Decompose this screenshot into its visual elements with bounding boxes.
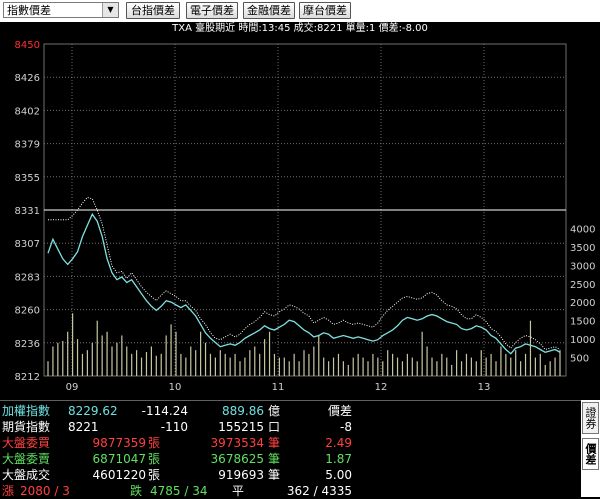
row-value-primary: 8221 — [68, 420, 99, 434]
volume-tick-label: 1500 — [570, 317, 595, 328]
volume-tick-label: 3000 — [570, 261, 595, 272]
toolbar: 指數價差 ▼ 台指價差 電子價差 金融價差 摩台價差 — [0, 0, 600, 22]
row-value-secondary: 889.86 — [222, 404, 264, 418]
quote-row: 大盤成交 4601220 張 919693 筆 5.00 — [0, 467, 580, 483]
volume-tick-label: 3500 — [570, 243, 595, 254]
dropdown-value: 指數價差 — [7, 4, 51, 17]
row-change: -114.24 — [141, 404, 188, 418]
row-change: -110 — [160, 420, 188, 434]
quote-row: 期貨指數 8221 -110 155215 口 -8 — [0, 419, 580, 435]
quote-row: 大盤委賣 6871047 張 3678625 筆 1.87 — [0, 451, 580, 467]
row-value-secondary: 155215 — [218, 420, 264, 434]
volume-tick-label: 4000 — [570, 224, 595, 235]
msci-spread-button[interactable]: 摩台價差 — [299, 2, 351, 19]
time-tick-label: 09 — [66, 382, 79, 393]
time-tick-label: 13 — [478, 382, 491, 393]
quote-row: 加權指數 8229.62 -114.24 889.86 億 價差 — [0, 403, 580, 419]
row-unit-secondary: 億 — [268, 404, 281, 418]
row-value-secondary: 3973534 — [210, 436, 264, 450]
tab-securities[interactable]: 證券 — [582, 402, 599, 434]
row-value-primary: 8229.62 — [68, 404, 118, 418]
volume-tick-label: 2500 — [570, 280, 595, 291]
price-tick-label: 8379 — [15, 140, 40, 151]
price-tick-label: 8355 — [15, 173, 40, 184]
row-label: 大盤委賣 — [2, 452, 51, 466]
quote-row: 大盤委買 9877359 張 3973534 筆 2.49 — [0, 435, 580, 451]
time-tick-label: 10 — [169, 382, 182, 393]
time-tick-label: 11 — [272, 382, 285, 393]
volume-tick-label: 1000 — [570, 335, 595, 346]
side-tabs: 證券 價差 — [581, 400, 600, 497]
row-label: 期貨指數 — [2, 420, 51, 434]
row-unit-primary: 張 — [148, 436, 161, 450]
quote-panel: 加權指數 8229.62 -114.24 889.86 億價差 期貨指數 8221 -110 1… — [0, 400, 600, 498]
row-unit-secondary: 筆 — [268, 452, 281, 466]
row-value-secondary: 919693 — [218, 468, 264, 482]
taiex-spread-button[interactable]: 台指價差 — [126, 2, 180, 19]
row-unit-primary: 張 — [148, 452, 161, 466]
quote-info-bar: TXA 臺股期近 時間:13:45 成交:8221 單量:1 價差:-8.00 — [0, 22, 600, 36]
row-unit-secondary: 筆 — [268, 436, 281, 450]
electronics-spread-button[interactable]: 電子價差 — [186, 2, 238, 19]
volume-tick-label: 500 — [570, 354, 589, 365]
price-tick-label: 8426 — [15, 73, 40, 84]
price-tick-label: 8307 — [15, 239, 40, 250]
price-tick-label: 8212 — [15, 372, 40, 383]
row-unit-secondary: 筆 — [268, 468, 281, 482]
row-label: 加權指數 — [2, 404, 51, 418]
row-extra: -8 — [340, 420, 352, 434]
row-label: 大盤委買 — [2, 436, 51, 450]
chart-type-dropdown[interactable]: 指數價差 ▼ — [3, 2, 119, 18]
spread-chart[interactable]: 8450 8426 8402 8379 8355 8331 8307 8283 8260 8236… — [0, 36, 600, 400]
row-extra: 5.00 — [325, 468, 352, 482]
price-tick-label: 8283 — [15, 272, 40, 283]
price-tick-label: 8402 — [15, 106, 40, 117]
row-unit-primary: 張 — [148, 468, 161, 482]
volume-tick-label: 2000 — [570, 298, 595, 309]
price-tick-label: 8450 — [15, 40, 40, 51]
row-value-primary: 4601220 — [92, 468, 146, 482]
row-extra: 價差 — [327, 404, 352, 418]
row-value-primary: 6871047 — [92, 452, 146, 466]
row-label: 大盤成交 — [2, 468, 51, 482]
chevron-down-icon[interactable]: ▼ — [102, 3, 118, 17]
price-tick-label: 8331 — [15, 206, 40, 217]
tab-spread[interactable]: 價差 — [582, 438, 599, 470]
finance-spread-button[interactable]: 金融價差 — [243, 2, 295, 19]
price-tick-label: 8260 — [15, 306, 40, 317]
row-extra: 2.49 — [325, 436, 352, 450]
price-tick-label: 8236 — [15, 339, 40, 350]
row-unit-secondary: 口 — [268, 420, 281, 434]
row-value-secondary: 3678625 — [210, 452, 264, 466]
row-value-primary: 9877359 — [92, 436, 146, 450]
time-tick-label: 12 — [375, 382, 388, 393]
row-extra: 1.87 — [325, 452, 352, 466]
